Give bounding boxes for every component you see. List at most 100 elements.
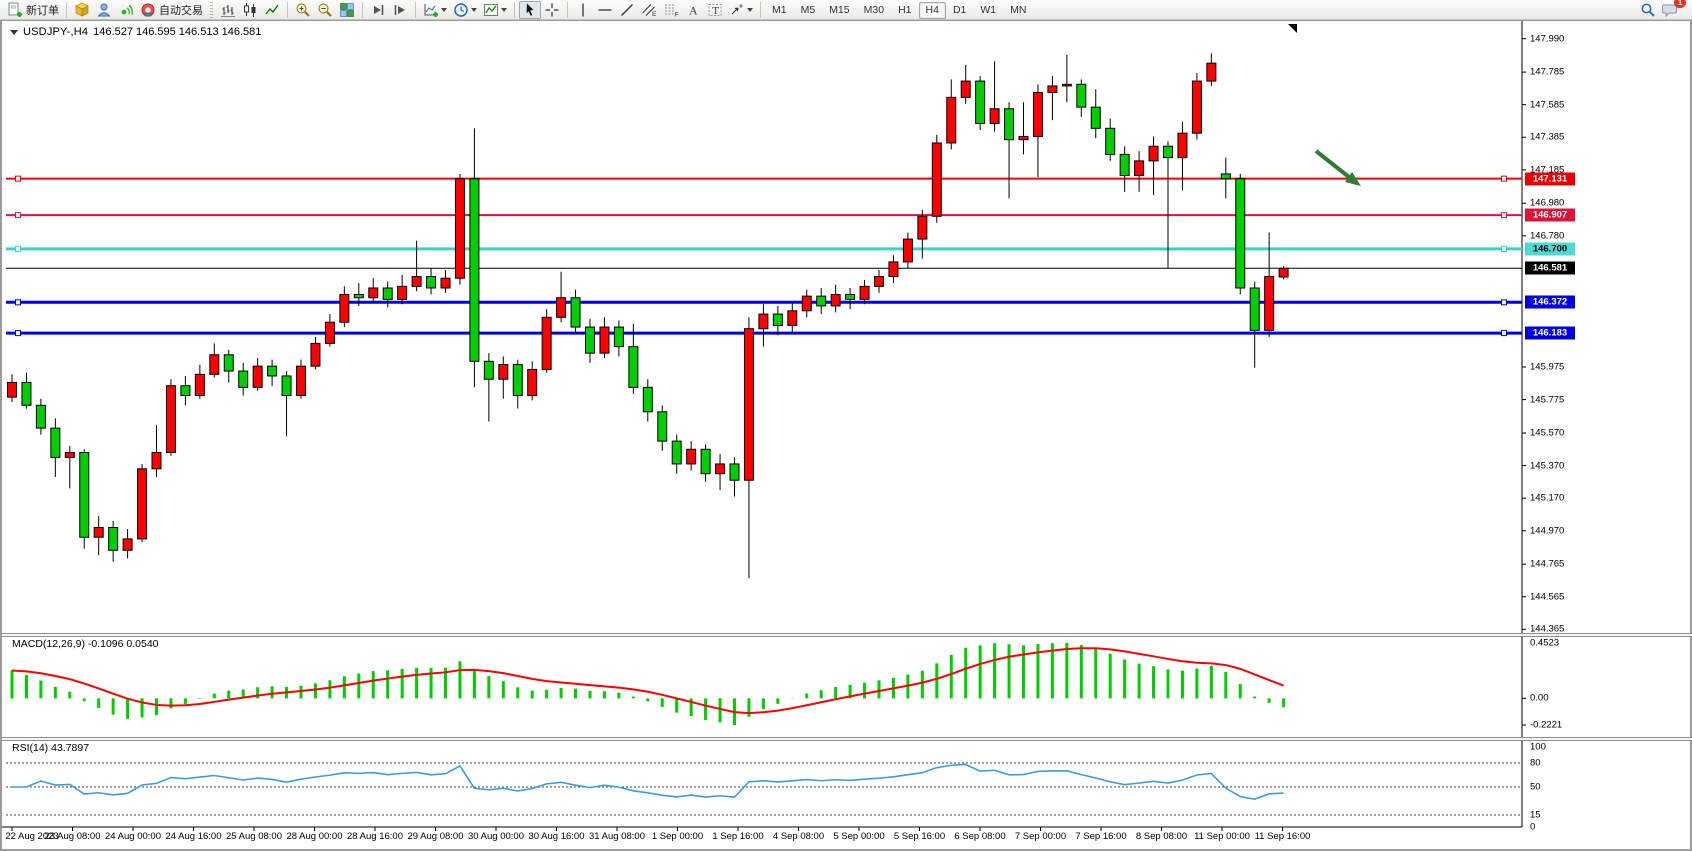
- auto-scroll-button[interactable]: [367, 1, 389, 19]
- arrow-shaft[interactable]: [1316, 151, 1354, 181]
- tile-windows-button[interactable]: [336, 1, 358, 19]
- candle-8 Sep 20:00[interactable]: [1207, 63, 1216, 81]
- candle-4 Sep 04:00[interactable]: [802, 296, 811, 311]
- candle-28 Aug 08:00[interactable]: [383, 288, 392, 299]
- chart-dropdown-triangle-icon[interactable]: [10, 30, 18, 35]
- text-label-tool-button[interactable]: T: [704, 1, 726, 19]
- candle-24 Aug 20:00[interactable]: [253, 366, 262, 387]
- navigator-button[interactable]: [115, 1, 137, 19]
- timeframe-button-d1[interactable]: D1: [946, 2, 973, 19]
- candle-30 Aug 00:00[interactable]: [528, 369, 537, 395]
- fibonacci-tool-button[interactable]: F: [660, 1, 682, 19]
- candle-30 Aug 20:00[interactable]: [600, 327, 609, 353]
- auto-trading-button[interactable]: 自动交易: [137, 1, 206, 19]
- candlestick-mode-button[interactable]: [239, 1, 261, 19]
- candle-23 Aug 00:00[interactable]: [94, 527, 103, 537]
- candle-11 Sep 12:00[interactable]: [1265, 277, 1274, 331]
- candle-8 Sep 04:00[interactable]: [1149, 146, 1158, 161]
- candle-6 Sep 08:00[interactable]: [990, 109, 999, 124]
- candle-1 Sep 08:00[interactable]: [730, 464, 739, 480]
- bar-chart-mode-button[interactable]: [217, 1, 239, 19]
- candle-30 Aug 08:00[interactable]: [557, 298, 566, 318]
- candle-1 Sep 12:00[interactable]: [744, 329, 753, 481]
- zoom-out-button[interactable]: [314, 1, 336, 19]
- candle-11 Sep 08:00[interactable]: [1250, 288, 1259, 330]
- candle-24 Aug 16:00[interactable]: [239, 371, 248, 387]
- candle-30 Aug 04:00[interactable]: [542, 317, 551, 369]
- candles[interactable]: [8, 53, 1289, 578]
- candle-5 Sep 12:00[interactable]: [918, 216, 927, 239]
- hline-handle[interactable]: [16, 331, 21, 336]
- hline-handle[interactable]: [1502, 246, 1507, 251]
- candle-6 Sep 16:00[interactable]: [1019, 136, 1028, 139]
- candle-23 Aug 16:00[interactable]: [152, 453, 161, 469]
- timeframe-button-m1[interactable]: M1: [765, 2, 794, 19]
- timeframe-button-h4[interactable]: H4: [919, 2, 946, 19]
- panel-splitter[interactable]: [2, 737, 1692, 741]
- candle-23 Aug 12:00[interactable]: [138, 469, 147, 539]
- candle-22 Aug 04:00[interactable]: [22, 382, 31, 405]
- timeframe-button-m5[interactable]: M5: [794, 2, 823, 19]
- candle-23 Aug 20:00[interactable]: [166, 386, 175, 453]
- candle-24 Aug 08:00[interactable]: [210, 355, 219, 375]
- timeframe-button-h1[interactable]: H1: [891, 2, 918, 19]
- chart-plot[interactable]: [2, 21, 1690, 849]
- candle-4 Sep 08:00[interactable]: [817, 296, 826, 306]
- data-window-button[interactable]: [93, 1, 115, 19]
- candle-31 Aug 16:00[interactable]: [672, 441, 681, 464]
- candle-23 Aug 04:00[interactable]: [109, 527, 118, 550]
- candle-28 Aug 20:00[interactable]: [427, 277, 436, 288]
- candle-1 Sep 16:00[interactable]: [759, 314, 768, 329]
- candle-29 Aug 00:00[interactable]: [441, 278, 450, 288]
- candle-11 Sep 16:00[interactable]: [1279, 268, 1288, 277]
- candle-28 Aug 12:00[interactable]: [398, 286, 407, 299]
- candle-31 Aug 04:00[interactable]: [629, 347, 638, 388]
- market-watch-button[interactable]: [71, 1, 93, 19]
- candle-30 Aug 12:00[interactable]: [571, 298, 580, 327]
- arrow-annotation[interactable]: [1316, 151, 1361, 186]
- hline-handle[interactable]: [16, 246, 21, 251]
- hline-handle[interactable]: [1502, 176, 1507, 181]
- candle-8 Sep 16:00[interactable]: [1192, 81, 1201, 133]
- candle-8 Sep 08:00[interactable]: [1164, 146, 1173, 157]
- candle-4 Sep 12:00[interactable]: [831, 294, 840, 305]
- indicators-button[interactable]: [420, 1, 450, 19]
- candle-7 Sep 20:00[interactable]: [1120, 154, 1129, 175]
- candle-4 Sep 00:00[interactable]: [788, 311, 797, 326]
- zoom-in-button[interactable]: [292, 1, 314, 19]
- hline-handle[interactable]: [16, 300, 21, 305]
- hline-handle[interactable]: [1502, 213, 1507, 218]
- trendline-tool-button[interactable]: [616, 1, 638, 19]
- hline-handle[interactable]: [16, 213, 21, 218]
- candle-25 Aug 08:00[interactable]: [297, 366, 306, 395]
- candle-29 Aug 16:00[interactable]: [499, 365, 508, 380]
- horizontal-line-objects[interactable]: [6, 176, 1522, 335]
- candle-29 Aug 20:00[interactable]: [513, 365, 522, 396]
- candle-11 Sep 00:00[interactable]: [1221, 174, 1230, 179]
- candle-7 Sep 12:00[interactable]: [1091, 107, 1100, 128]
- candle-28 Aug 16:00[interactable]: [412, 277, 421, 287]
- timeframe-button-m30[interactable]: M30: [857, 2, 891, 19]
- cursor-tool-button[interactable]: [519, 1, 541, 19]
- channel-tool-button[interactable]: E: [638, 1, 660, 19]
- candle-22 Aug 12:00[interactable]: [51, 428, 60, 457]
- horizontal-line-tool-button[interactable]: [594, 1, 616, 19]
- candle-28 Aug 04:00[interactable]: [369, 288, 378, 298]
- chart-shift-button[interactable]: [389, 1, 411, 19]
- candle-6 Sep 00:00[interactable]: [961, 81, 970, 97]
- candle-5 Sep 04:00[interactable]: [889, 262, 898, 277]
- hline-handle[interactable]: [1502, 331, 1507, 336]
- candle-28 Aug 00:00[interactable]: [354, 294, 363, 297]
- candle-1 Sep 00:00[interactable]: [701, 449, 710, 473]
- candle-25 Aug 16:00[interactable]: [325, 322, 334, 343]
- hline-handle[interactable]: [1502, 300, 1507, 305]
- chart-shift-marker-icon[interactable]: [1288, 24, 1297, 33]
- candle-24 Aug 04:00[interactable]: [195, 374, 204, 395]
- crosshair-tool-button[interactable]: [541, 1, 563, 19]
- candle-4 Sep 16:00[interactable]: [846, 294, 855, 299]
- candle-6 Sep 12:00[interactable]: [1005, 109, 1014, 140]
- candle-5 Sep 00:00[interactable]: [875, 277, 884, 287]
- candle-1 Sep 04:00[interactable]: [716, 464, 725, 474]
- candle-25 Aug 00:00[interactable]: [268, 366, 277, 376]
- candle-31 Aug 12:00[interactable]: [658, 412, 667, 441]
